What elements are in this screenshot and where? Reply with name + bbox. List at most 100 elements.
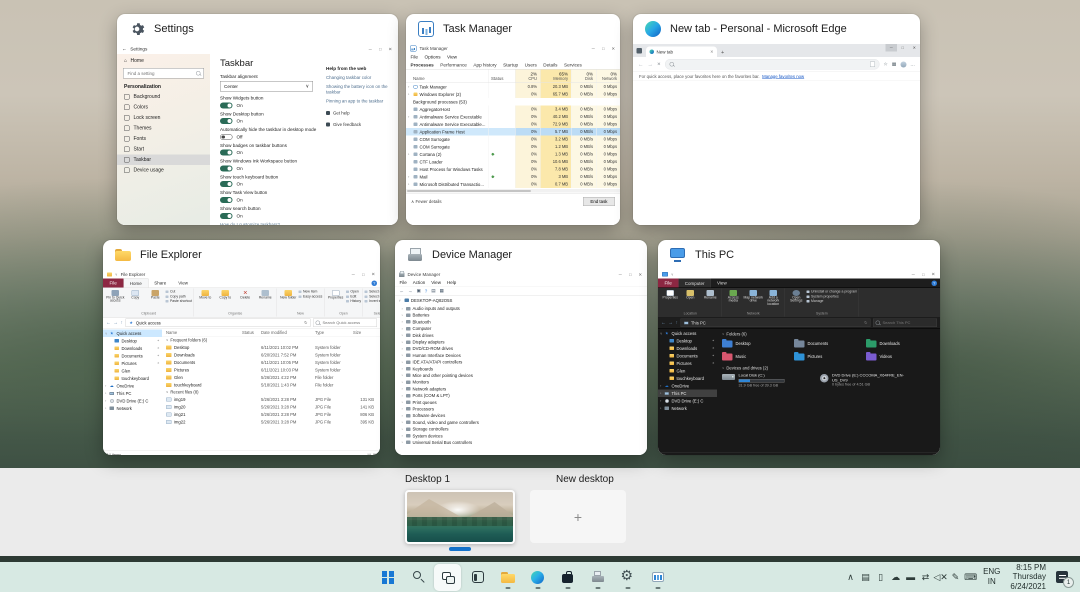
settings-search-input[interactable] (126, 70, 196, 77)
ribbon-small-button[interactable]: History (346, 300, 361, 304)
tab[interactable]: App history (473, 62, 496, 67)
task-manager-window-header[interactable]: Task Manager (406, 14, 620, 44)
ribbon-button[interactable]: Open Settings (787, 289, 807, 303)
section-recent-files[interactable]: Recent files (8) (162, 389, 380, 396)
device-category[interactable]: Sound, video and game controllers (398, 419, 644, 426)
menu-item[interactable]: View (447, 54, 457, 59)
taskbar-app-button[interactable] (374, 564, 401, 591)
folder-tile[interactable]: Desktop (722, 338, 791, 350)
toggle-switch[interactable] (220, 102, 233, 109)
tab[interactable]: Startup (503, 62, 518, 67)
device-category[interactable]: Audio inputs and outputs (398, 305, 644, 312)
device-category[interactable]: Storage controllers (398, 426, 644, 433)
settings-nav-item[interactable]: Fonts (117, 134, 210, 145)
process-row[interactable]: Microsoft Distributed Transactio... 0% 0… (406, 180, 620, 188)
window-controls[interactable]: ─ □ ✕ (911, 272, 937, 278)
file-row[interactable]: Documents 6/11/2021 10:05 PM System fold… (162, 359, 380, 367)
tree-item[interactable]: Quick access (103, 329, 162, 337)
menu-item[interactable]: File (400, 280, 407, 285)
settings-window-header[interactable]: Settings (117, 14, 398, 44)
section-folders[interactable]: Folders (6) (722, 332, 940, 337)
taskbar-app-button[interactable] (404, 564, 431, 591)
process-group-header[interactable]: Background processes (53) (406, 98, 620, 106)
ribbon-tab[interactable]: Share (148, 279, 172, 288)
file-menu[interactable]: File (658, 278, 679, 288)
breadcrumb[interactable]: Quick access ↻ (125, 318, 311, 327)
new-desktop-button[interactable]: + (530, 490, 626, 543)
taskbar-app-button[interactable] (554, 564, 581, 591)
help-link[interactable]: Showing the battery icon on the taskbar (326, 84, 392, 95)
help-icon[interactable]: ? (425, 288, 428, 293)
folder-tile[interactable]: Pictures (794, 351, 863, 363)
process-row[interactable]: COM Surrogate 0% 3.2 MB 0 MB/s 0 Mbps (406, 135, 620, 143)
tray-icon[interactable]: ⇄ (918, 572, 933, 583)
ribbon-button[interactable]: New folder (279, 289, 299, 300)
menu-item[interactable]: View (431, 280, 441, 285)
notification-center-icon[interactable]: 1 (1054, 569, 1074, 588)
thumbnail-view-icon[interactable]: ▦ (373, 452, 377, 455)
forward-icon[interactable]: → (113, 320, 118, 326)
tray-icon[interactable]: ▬ (903, 572, 918, 582)
manage-favorites-link[interactable]: Manage favorites now (762, 74, 804, 79)
settings-nav-item[interactable]: Colors (117, 102, 210, 113)
process-table-header[interactable]: Name Status 2% CPU 65% Memory 0% Disk 0% Net… (406, 69, 620, 83)
toggle-switch[interactable] (220, 118, 233, 125)
properties-icon[interactable]: ▤ (431, 288, 435, 294)
favorites-icon[interactable]: ☆ (883, 62, 887, 68)
explorer-search-input[interactable] (321, 320, 375, 326)
device-category[interactable]: Disk drives (398, 332, 644, 339)
ribbon-small-button[interactable]: New item (299, 290, 323, 294)
process-row[interactable]: Application Frame Host 0% 5.7 MB 0 MB/s … (406, 128, 620, 136)
tray-icon[interactable]: ⌨ (963, 572, 978, 583)
back-icon[interactable]: ← (106, 320, 111, 326)
device-category[interactable]: Print queues (398, 399, 644, 406)
settings-nav-item[interactable]: Lock screen (117, 113, 210, 124)
device-category[interactable]: Bluetooth (398, 319, 644, 326)
device-category[interactable]: Network adapters (398, 386, 644, 393)
help-icon[interactable]: ? (371, 280, 377, 286)
search-box[interactable] (313, 318, 377, 327)
device-category[interactable]: Mice and other pointing devices (398, 372, 644, 379)
ribbon-small-button[interactable]: Copy path (166, 295, 193, 299)
ribbon-button[interactable]: Access media (724, 289, 744, 307)
device-manager-window-header[interactable]: Device Manager (395, 240, 647, 270)
window-controls[interactable]: ─ □ ✕ (351, 272, 377, 278)
tray-icon[interactable]: ▯ (873, 572, 888, 583)
ribbon-tab[interactable]: Computer (678, 278, 712, 288)
tree-item[interactable]: DVD Drive (E:) C (103, 397, 162, 405)
toggle-switch[interactable] (220, 133, 233, 140)
device-category[interactable]: DVD/CD-ROM drives (398, 345, 644, 352)
qat-chevron-icon[interactable]: ∨ (671, 272, 674, 277)
back-icon[interactable]: ← (638, 61, 644, 67)
folder-tile[interactable]: Documents (794, 338, 863, 350)
ribbon-small-button[interactable]: Paste shortcut (166, 300, 192, 304)
window-controls[interactable]: ─ □ ✕ (618, 272, 644, 278)
give-feedback-link[interactable]: Give feedback (326, 122, 392, 127)
file-row[interactable]: Downloads 6/20/2021 7:52 PM System folde… (162, 351, 380, 359)
process-row[interactable]: Windows Explorer (2) 0% 65.7 MB 0 MB/s 0… (406, 90, 620, 98)
help-icon[interactable]: ? (931, 280, 937, 286)
file-row[interactable]: touchkeyboard 5/18/2021 1:43 PM File fol… (162, 381, 380, 389)
collections-icon[interactable]: ▦ (892, 62, 896, 68)
qat-chevron-icon[interactable]: ∨ (115, 272, 118, 277)
drive-item[interactable]: DVD Drive (E:) CCCOMA_X64FRE_EN-US_DV9 0… (820, 373, 905, 388)
folder-tile[interactable]: Videos (866, 351, 935, 363)
this-pc-window-header[interactable]: This PC (658, 240, 940, 270)
ribbon-button[interactable]: Copy to (216, 289, 236, 300)
device-category[interactable]: System devices (398, 432, 644, 439)
file-row[interactable]: Pictures 6/11/2021 10:03 PM System folde… (162, 366, 380, 374)
tree-item[interactable]: Glen (103, 367, 162, 375)
window-controls[interactable]: ─ □ ✕ (368, 46, 394, 52)
window-controls[interactable]: ─ □ ✕ (885, 44, 921, 52)
tree-item[interactable]: Desktop (658, 337, 717, 345)
ribbon-button[interactable]: Delete (236, 289, 256, 300)
tray-icon[interactable]: ◁✕ (933, 572, 948, 583)
device-category[interactable]: Keyboards (398, 365, 644, 372)
window-controls[interactable]: ─ □ ✕ (591, 46, 617, 52)
tree-item[interactable]: Pictures (658, 360, 717, 368)
language-indicator[interactable]: ENG IN (978, 567, 1005, 586)
ribbon-button[interactable]: Pin to Quick access (106, 289, 126, 303)
menu-item[interactable]: Options (424, 54, 440, 59)
ribbon-tab[interactable]: View (711, 279, 733, 288)
window-card-device-manager[interactable]: Device Manager Device Manager ─ □ ✕ File Ac… (395, 240, 647, 455)
